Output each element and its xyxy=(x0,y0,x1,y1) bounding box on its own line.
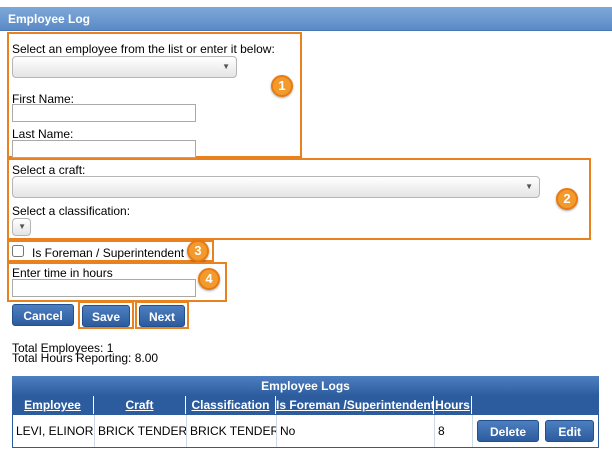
craft-select[interactable]: ▼ xyxy=(12,176,540,198)
grid-title: Employee Logs xyxy=(12,376,599,396)
hours-label: Enter time in hours xyxy=(12,266,113,280)
cell-hours: 8 xyxy=(435,415,473,447)
column-header-actions xyxy=(472,396,599,414)
cell-actions: Delete Edit xyxy=(473,415,598,447)
last-name-field[interactable] xyxy=(12,140,196,158)
next-button[interactable]: Next xyxy=(139,305,185,327)
callout-badge-1: 1 xyxy=(271,75,293,97)
chevron-down-icon: ▼ xyxy=(18,222,26,231)
foreman-label: Is Foreman / Superintendent xyxy=(32,246,185,260)
total-hours: Total Hours Reporting: 8.00 xyxy=(12,351,159,365)
employee-select-label: Select an employee from the list or ente… xyxy=(12,42,275,56)
chevron-down-icon: ▼ xyxy=(222,62,230,71)
callout-badge-3: 3 xyxy=(187,240,209,262)
column-header-hours[interactable]: Hours xyxy=(434,396,472,414)
employee-select[interactable]: ▼ xyxy=(12,56,237,78)
chevron-down-icon: ▼ xyxy=(525,182,533,191)
delete-button[interactable]: Delete xyxy=(477,420,540,442)
edit-button[interactable]: Edit xyxy=(545,420,595,442)
column-header-employee[interactable]: Employee xyxy=(12,396,94,414)
foreman-checkbox[interactable] xyxy=(12,245,24,257)
callout-badge-4: 4 xyxy=(198,268,220,290)
table-row: LEVI, ELINOR BRICK TENDER BRICK TENDER N… xyxy=(12,414,599,448)
grid-column-headers: Employee Craft Classification Is Foreman… xyxy=(12,396,599,414)
cancel-button[interactable]: Cancel xyxy=(12,304,74,326)
cell-employee: LEVI, ELINOR xyxy=(13,415,95,447)
callout-badge-2: 2 xyxy=(556,188,578,210)
cell-craft: BRICK TENDER xyxy=(95,415,187,447)
column-header-classification[interactable]: Classification xyxy=(186,396,276,414)
craft-label: Select a craft: xyxy=(12,163,86,177)
hours-field[interactable] xyxy=(12,279,196,297)
column-header-foreman[interactable]: Is Foreman /Superintendent xyxy=(276,396,434,414)
cell-foreman: No xyxy=(277,415,435,447)
cell-classification: BRICK TENDER xyxy=(187,415,277,447)
column-header-craft[interactable]: Craft xyxy=(94,396,186,414)
save-button[interactable]: Save xyxy=(82,305,130,327)
last-name-label: Last Name: xyxy=(12,127,74,141)
window-title: Employee Log xyxy=(0,7,612,31)
classification-select[interactable]: ▼ xyxy=(12,218,31,236)
craft-section-highlight xyxy=(7,158,591,240)
classification-label: Select a classification: xyxy=(12,204,131,218)
first-name-field[interactable] xyxy=(12,104,196,122)
